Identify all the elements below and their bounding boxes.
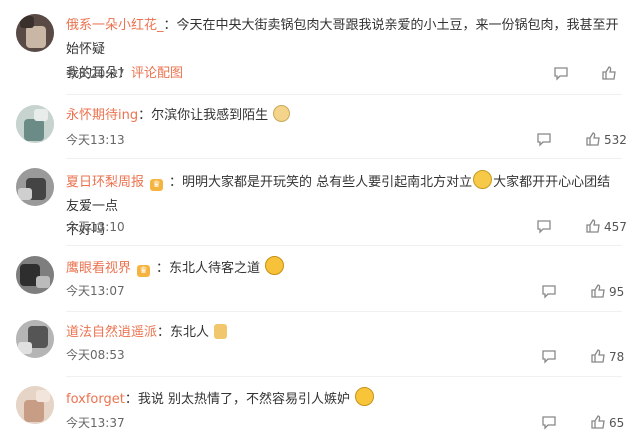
comment-body: ：尔滨你让我感到陌生	[138, 108, 269, 123]
divider	[66, 311, 622, 312]
comment-text: foxforget：我说 别太热情了，不然容易引人嫉妒	[66, 387, 622, 412]
divider	[66, 376, 622, 377]
emoji-icon	[273, 105, 291, 122]
reply-icon[interactable]	[536, 219, 552, 234]
comment-body: ：明明大家都是开玩笑的 总有些人要引起南北方对立	[169, 175, 473, 190]
thumbs-up-icon[interactable]	[590, 348, 606, 364]
username-link[interactable]: foxforget	[66, 392, 125, 407]
comment-text: 俄系一朵小红花_：今天在中央大街卖锅包肉大哥跟我说亲爱的小土豆，来一份锅包肉，我…	[66, 14, 622, 86]
laughing-emoji-icon	[265, 256, 285, 275]
avatar[interactable]	[16, 386, 54, 424]
comment-time: 今天08:53	[66, 348, 125, 362]
reply-icon[interactable]	[553, 66, 569, 81]
comment-body: ：东北人	[157, 325, 210, 340]
avatar[interactable]	[16, 105, 54, 143]
like-count: 95	[609, 285, 625, 299]
comment-text: 道法自然逍遥派：东北人	[66, 321, 622, 345]
divider	[66, 158, 622, 159]
reply-icon[interactable]	[541, 349, 557, 364]
avatar[interactable]	[16, 320, 54, 358]
comment-body: ：我说 别太热情了，不然容易引人嫉妒	[124, 392, 350, 407]
reply-icon[interactable]	[541, 415, 557, 430]
username-link[interactable]: 永怀期待ing	[66, 108, 138, 123]
thumbs-up-emoji-icon	[214, 324, 228, 339]
vip-badge-icon: ♛	[150, 179, 164, 191]
comment-text: 鹰眼看视界 ♛ ：东北人待客之道	[66, 256, 622, 281]
reply-icon[interactable]	[541, 284, 557, 299]
thumbs-up-icon[interactable]	[590, 283, 606, 299]
divider	[66, 94, 622, 95]
comment-text: 永怀期待ing：尔滨你让我感到陌生	[66, 104, 622, 128]
divider	[66, 245, 622, 246]
like-count: 65	[609, 416, 625, 430]
avatar[interactable]	[16, 168, 54, 206]
comment-time: 今天13:37	[66, 416, 125, 430]
reply-icon[interactable]	[536, 132, 552, 147]
avatar[interactable]	[16, 14, 54, 52]
comment-time: 今天13:13	[66, 133, 125, 147]
blushing-emoji-icon	[355, 387, 375, 406]
like-count: 457	[604, 220, 627, 234]
thumbs-up-icon[interactable]	[601, 65, 617, 81]
comment-image-link[interactable]: 评论配图	[131, 66, 183, 81]
username-link[interactable]: 道法自然逍遥派	[66, 325, 157, 340]
thumbs-up-icon[interactable]	[585, 218, 601, 234]
comment-body: ：东北人待客之道	[156, 261, 261, 276]
vip-badge-icon: ♛	[137, 265, 151, 277]
thumbs-up-icon[interactable]	[590, 414, 606, 430]
avatar[interactable]	[16, 256, 54, 294]
username-link[interactable]: 俄系一朵小红花_	[66, 18, 164, 33]
comment-time: 今天13:10	[66, 220, 125, 234]
like-count: 532	[604, 133, 627, 147]
comment-time: 今天20:57	[66, 67, 125, 81]
username-link[interactable]: 鹰眼看视界	[66, 261, 131, 276]
comment-time: 今天13:07	[66, 284, 125, 298]
username-link[interactable]: 夏日环梨周报	[66, 175, 144, 190]
like-count: 78	[609, 350, 625, 364]
emoji-icon	[473, 170, 493, 189]
thumbs-up-icon[interactable]	[585, 131, 601, 147]
